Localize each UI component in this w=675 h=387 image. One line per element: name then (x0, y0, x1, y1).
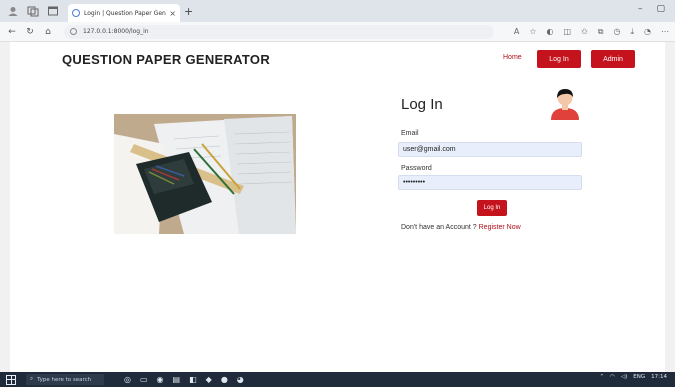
register-prompt-text: Don't have an Account ? (401, 224, 477, 231)
search-icon: ⌕ (30, 376, 34, 382)
register-prompt: Don't have an Account ? Register Now (401, 224, 521, 231)
refresh-icon[interactable]: ↻ (24, 27, 36, 37)
login-form-title: Log In (401, 96, 443, 113)
screen: Login | Question Paper Generat... × + – … (0, 0, 675, 387)
nav-login-button[interactable]: Log In (537, 50, 581, 68)
tab-actions-icon[interactable] (46, 4, 60, 18)
clock-time[interactable]: 17:14 (651, 374, 667, 380)
browser-toolbar: A ☆ ◐ ◫ ✩ ⧉ ◷ ⤓ ◔ ⋯ (514, 27, 669, 37)
task-view-icon[interactable]: ▭ (140, 375, 148, 384)
file-explorer-icon[interactable]: ▤ (173, 375, 181, 384)
register-now-link[interactable]: Register Now (479, 224, 521, 231)
password-input[interactable]: ••••••••• (398, 175, 582, 190)
more-icon[interactable]: ⋯ (661, 27, 669, 37)
extensions-icon[interactable]: ◐ (547, 27, 554, 37)
back-arrow-icon[interactable]: ← (6, 27, 18, 37)
collections-icon[interactable]: ⧉ (598, 27, 604, 37)
spotify-icon[interactable]: ● (221, 375, 228, 384)
widgets-icon[interactable]: ◎ (124, 375, 131, 384)
favorites-icon[interactable]: ✩ (581, 27, 588, 37)
web-page: QUESTION PAPER GENERATOR Home Log In Adm… (10, 42, 665, 372)
system-tray: ⌃ ◠ ◁) ENG 17:14 (599, 374, 667, 380)
study-desk-photo (114, 114, 296, 234)
taskbar-search-box[interactable]: ⌕ Type here to search (26, 374, 104, 385)
site-info-icon[interactable] (70, 28, 77, 35)
downloads-icon[interactable]: ⤓ (630, 27, 634, 37)
split-screen-icon[interactable]: ◫ (564, 27, 572, 37)
store-icon[interactable]: ◧ (189, 375, 197, 384)
new-tab-button[interactable]: + (184, 5, 193, 18)
taskbar-search-placeholder: Type here to search (37, 376, 92, 383)
windows-start-icon[interactable] (6, 374, 16, 385)
url-text: 127.0.0.1:8000/log_in (83, 28, 149, 35)
nav-home-link[interactable]: Home (503, 54, 522, 61)
address-bar[interactable]: 127.0.0.1:8000/log_in (64, 24, 494, 39)
edge-icon[interactable]: ◉ (157, 375, 164, 384)
page-favicon-icon (72, 9, 80, 17)
chrome-icon[interactable]: ◕ (237, 375, 244, 384)
browser-tab-active[interactable]: Login | Question Paper Generat... × (68, 4, 180, 22)
volume-icon[interactable]: ◁) (621, 374, 627, 380)
read-aloud-icon[interactable]: A (514, 27, 519, 37)
nav-admin-button[interactable]: Admin (591, 50, 635, 68)
tab-close-icon[interactable]: × (169, 9, 176, 18)
address-bar-row: ← ↻ ⌂ 127.0.0.1:8000/log_in A ☆ ◐ ◫ ✩ ⧉ … (0, 22, 675, 42)
login-submit-button[interactable]: Log In (477, 200, 507, 216)
language-indicator[interactable]: ENG (633, 374, 645, 380)
history-icon[interactable]: ◷ (613, 27, 620, 37)
restore-icon[interactable]: ▢ (656, 4, 665, 14)
email-input[interactable]: user@gmail.com (398, 142, 582, 157)
tab-title: Login | Question Paper Generat... (84, 9, 166, 17)
site-brand[interactable]: QUESTION PAPER GENERATOR (62, 52, 270, 67)
vscode-icon[interactable]: ◆ (206, 375, 212, 384)
windows-taskbar: ⌕ Type here to search ◎ ▭ ◉ ▤ ◧ ◆ ● ◕ ⌃ … (0, 372, 675, 387)
taskbar-apps: ◎ ▭ ◉ ▤ ◧ ◆ ● ◕ (124, 375, 244, 384)
browser-tab-strip: Login | Question Paper Generat... × + – … (0, 0, 675, 22)
user-avatar-icon (548, 86, 582, 120)
minimize-icon[interactable]: – (638, 4, 643, 14)
home-icon[interactable]: ⌂ (42, 27, 54, 37)
favorite-star-icon[interactable]: ☆ (529, 27, 536, 37)
network-icon[interactable]: ◠ (610, 374, 615, 380)
password-label: Password (401, 165, 432, 172)
window-controls: – ▢ (638, 4, 665, 14)
tray-overflow-icon[interactable]: ⌃ (599, 374, 604, 380)
profile-icon[interactable] (6, 4, 20, 18)
email-label: Email (401, 130, 419, 137)
copilot-icon[interactable]: ◔ (644, 27, 651, 37)
workspaces-icon[interactable] (26, 4, 40, 18)
